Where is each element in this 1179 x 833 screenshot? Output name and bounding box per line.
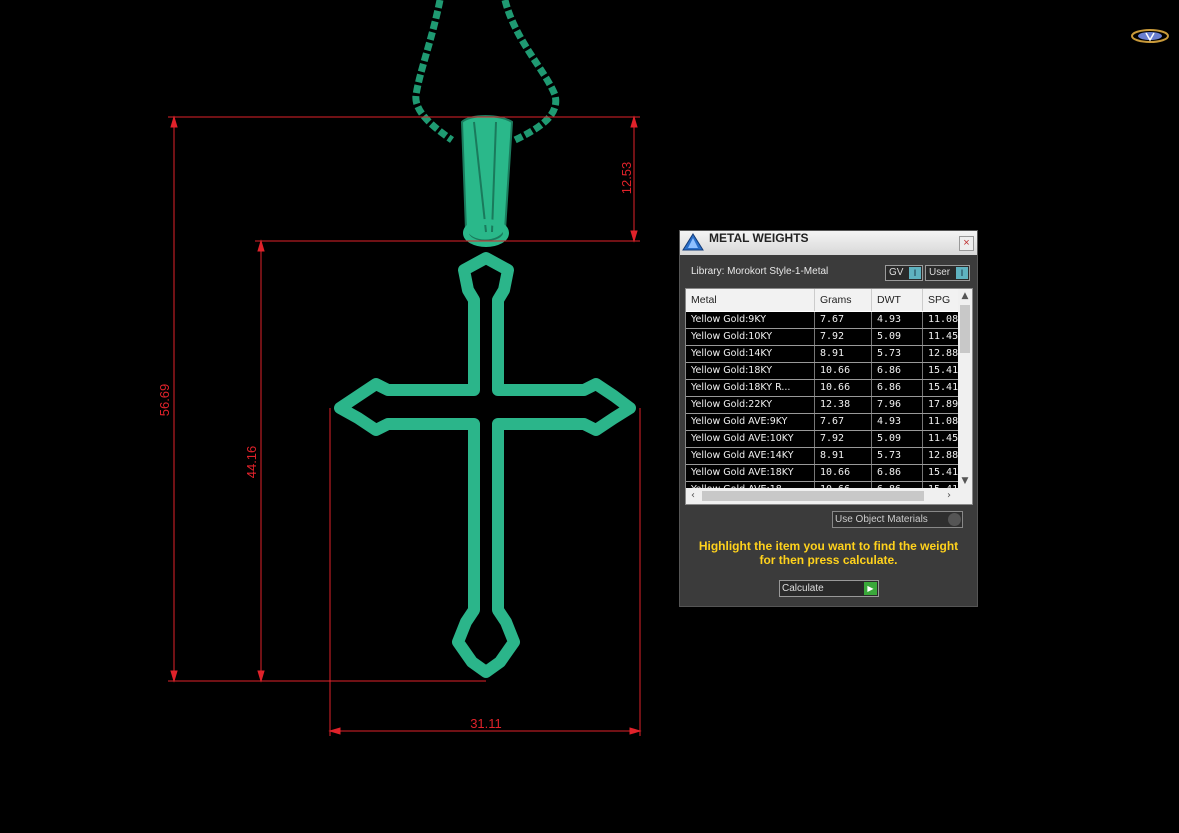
cell-dwt: 7.96 xyxy=(872,397,923,413)
cell-spg: 17.89 xyxy=(923,397,963,413)
cell-grams: 8.91 xyxy=(815,448,872,464)
library-label: Library: Morokort Style-1-Metal xyxy=(691,266,829,277)
panel-title: METAL WEIGHTS xyxy=(709,231,809,245)
metal-table[interactable]: Metal Grams DWT SPG Yellow Gold:9KY 7.67 4… xyxy=(685,288,973,505)
cell-metal: Yellow Gold:10KY xyxy=(686,329,815,345)
cell-metal: Yellow Gold:18KY R... xyxy=(686,380,815,396)
cell-grams: 7.67 xyxy=(815,414,872,430)
cell-spg: 15.41 xyxy=(923,465,963,481)
table-row[interactable]: Yellow Gold:22KY 12.38 7.96 17.89 xyxy=(686,397,963,414)
column-header-metal[interactable]: Metal xyxy=(686,289,815,311)
cell-dwt: 6.86 xyxy=(872,465,923,481)
user-toggle-knob: I xyxy=(956,267,968,279)
table-row[interactable]: Yellow Gold:18KY 10.66 6.86 15.41 xyxy=(686,363,963,380)
instruction-line-1: Highlight the item you want to find the … xyxy=(698,539,959,553)
column-header-spg[interactable]: SPG xyxy=(923,289,963,311)
cell-metal: Yellow Gold:22KY xyxy=(686,397,815,413)
dim-label-cross-height: 44.16 xyxy=(244,446,259,479)
cell-metal: Yellow Gold AVE:9KY xyxy=(686,414,815,430)
cell-spg: 12.88 xyxy=(923,448,963,464)
brand-logo-icon xyxy=(1131,29,1169,43)
use-object-materials-dropdown[interactable]: Use Object Materials xyxy=(832,511,963,528)
cell-grams: 12.38 xyxy=(815,397,872,413)
cell-spg: 11.45 xyxy=(923,329,963,345)
table-row[interactable]: Yellow Gold AVE:9KY 7.67 4.93 11.08 xyxy=(686,414,963,431)
cell-dwt: 5.09 xyxy=(872,329,923,345)
scroll-left-icon[interactable]: ‹ xyxy=(686,488,700,504)
calculate-label: Calculate xyxy=(782,583,824,594)
gv-toggle-label: GV xyxy=(889,267,904,278)
cell-dwt: 5.73 xyxy=(872,346,923,362)
column-header-dwt[interactable]: DWT xyxy=(872,289,923,311)
cell-grams: 7.92 xyxy=(815,431,872,447)
cell-dwt: 5.09 xyxy=(872,431,923,447)
cell-spg: 15.41 xyxy=(923,363,963,379)
table-row[interactable]: Yellow Gold:14KY 8.91 5.73 12.88 xyxy=(686,346,963,363)
metal-weights-panel: METAL WEIGHTS × Library: Morokort Style-… xyxy=(679,230,978,607)
vertical-scroll-thumb[interactable] xyxy=(960,305,970,353)
panel-titlebar[interactable]: METAL WEIGHTS × xyxy=(680,231,977,255)
dropdown-knob-icon xyxy=(948,513,961,526)
cell-metal: Yellow Gold:9KY xyxy=(686,312,815,328)
horizontal-scrollbar[interactable]: ‹ › xyxy=(686,488,972,504)
cell-spg: 11.45 xyxy=(923,431,963,447)
dim-label-total-height: 56.69 xyxy=(157,384,172,417)
use-object-materials-label: Use Object Materials xyxy=(835,514,928,525)
cell-grams: 10.66 xyxy=(815,380,872,396)
instruction-text: Highlight the item you want to find the … xyxy=(680,539,977,567)
cell-metal: Yellow Gold AVE:18KY xyxy=(686,465,815,481)
gv-toggle[interactable]: GV I xyxy=(885,265,923,281)
table-header: Metal Grams DWT SPG xyxy=(686,289,963,311)
cell-grams: 8.91 xyxy=(815,346,872,362)
column-header-grams[interactable]: Grams xyxy=(815,289,872,311)
dim-label-bail-height: 12.53 xyxy=(619,162,634,195)
cell-grams: 10.66 xyxy=(815,465,872,481)
calculate-button[interactable]: Calculate ▶ xyxy=(779,580,879,597)
cell-dwt: 5.73 xyxy=(872,448,923,464)
cell-dwt: 6.86 xyxy=(872,363,923,379)
cell-grams: 7.92 xyxy=(815,329,872,345)
cell-metal: Yellow Gold:18KY xyxy=(686,363,815,379)
gv-toggle-knob: I xyxy=(909,267,921,279)
cell-spg: 11.08 xyxy=(923,414,963,430)
table-row[interactable]: Yellow Gold:10KY 7.92 5.09 11.45 xyxy=(686,329,963,346)
cell-metal: Yellow Gold AVE:10KY xyxy=(686,431,815,447)
table-row[interactable]: Yellow Gold:18KY R... 10.66 6.86 15.41 xyxy=(686,380,963,397)
user-toggle-label: User xyxy=(929,267,951,278)
cell-spg: 15.41 xyxy=(923,380,963,396)
cell-spg: 11.08 xyxy=(923,312,963,328)
cell-metal: Yellow Gold AVE:14KY xyxy=(686,448,815,464)
horizontal-scroll-thumb[interactable] xyxy=(702,491,924,501)
table-row[interactable]: Yellow Gold AVE:10KY 7.92 5.09 11.45 xyxy=(686,431,963,448)
viewport-canvas[interactable]: 56.69 44.16 12.53 31.11 xyxy=(0,0,1179,833)
cell-dwt: 4.93 xyxy=(872,312,923,328)
scroll-right-icon[interactable]: › xyxy=(942,488,956,504)
table-row[interactable]: Yellow Gold AVE:18KY 10.66 6.86 15.41 xyxy=(686,465,963,482)
cell-grams: 7.67 xyxy=(815,312,872,328)
table-body: Yellow Gold:9KY 7.67 4.93 11.08 Yellow Gold:… xyxy=(686,312,963,499)
vertical-scrollbar[interactable]: ▲ ▼ xyxy=(958,289,972,488)
close-button[interactable]: × xyxy=(959,236,974,251)
rhino-gem-icon xyxy=(682,233,704,251)
instruction-line-2: for then press calculate. xyxy=(759,553,898,567)
cell-spg: 12.88 xyxy=(923,346,963,362)
play-arrow-icon: ▶ xyxy=(864,582,877,595)
cell-dwt: 4.93 xyxy=(872,414,923,430)
scroll-up-icon[interactable]: ▲ xyxy=(958,289,972,303)
cross-pendant xyxy=(334,252,636,678)
table-row[interactable]: Yellow Gold AVE:14KY 8.91 5.73 12.88 xyxy=(686,448,963,465)
scroll-down-icon[interactable]: ▼ xyxy=(958,474,972,488)
table-row[interactable]: Yellow Gold:9KY 7.67 4.93 11.08 xyxy=(686,312,963,329)
bail xyxy=(460,115,514,247)
cell-dwt: 6.86 xyxy=(872,380,923,396)
dim-label-width: 31.11 xyxy=(470,716,502,731)
user-toggle[interactable]: User I xyxy=(925,265,970,281)
cell-grams: 10.66 xyxy=(815,363,872,379)
cell-metal: Yellow Gold:14KY xyxy=(686,346,815,362)
